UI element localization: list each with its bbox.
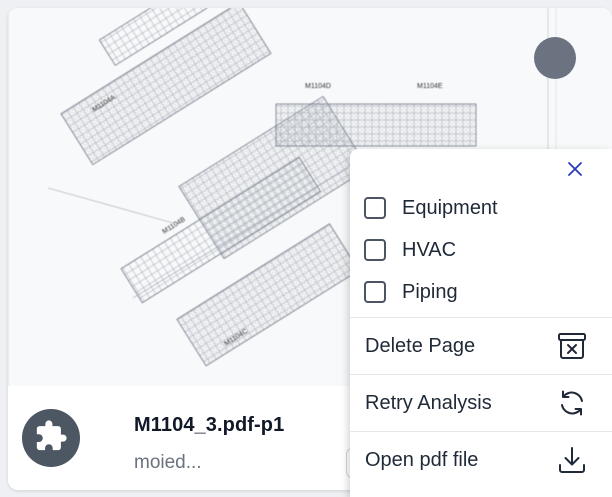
filter-hvac[interactable]: HVAC: [364, 235, 456, 265]
avatar[interactable]: [534, 37, 576, 79]
close-icon: [566, 160, 584, 183]
filter-piping[interactable]: Piping: [364, 277, 458, 307]
wing-label-e: M1104E: [417, 83, 443, 90]
filter-label: Equipment: [402, 196, 498, 219]
wing-label-d: M1104D: [305, 83, 331, 90]
filter-equipment[interactable]: Equipment: [364, 193, 498, 223]
hvac-checkbox[interactable]: [364, 239, 386, 261]
puzzle-icon: [34, 419, 68, 458]
filter-label: HVAC: [402, 238, 457, 261]
archive-x-icon: [556, 330, 588, 362]
plugin-badge: [22, 409, 80, 467]
piping-checkbox[interactable]: [364, 281, 386, 303]
page-options-menu: Equipment HVAC Piping Delete Page Retry …: [350, 149, 612, 497]
refresh-icon: [556, 387, 588, 419]
delete-page-button[interactable]: Delete Page: [350, 318, 612, 374]
action-label: Retry Analysis: [365, 391, 492, 414]
action-label: Delete Page: [365, 334, 476, 357]
retry-analysis-button[interactable]: Retry Analysis: [350, 375, 612, 431]
filter-label: Piping: [402, 280, 458, 303]
file-status: moied...: [134, 452, 202, 473]
action-label: Open pdf file: [365, 448, 479, 471]
equipment-checkbox[interactable]: [364, 197, 386, 219]
file-name: M1104_3.pdf-p1: [134, 414, 285, 436]
download-icon: [556, 444, 588, 476]
close-button[interactable]: [563, 159, 587, 183]
open-pdf-button[interactable]: Open pdf file: [350, 432, 612, 488]
